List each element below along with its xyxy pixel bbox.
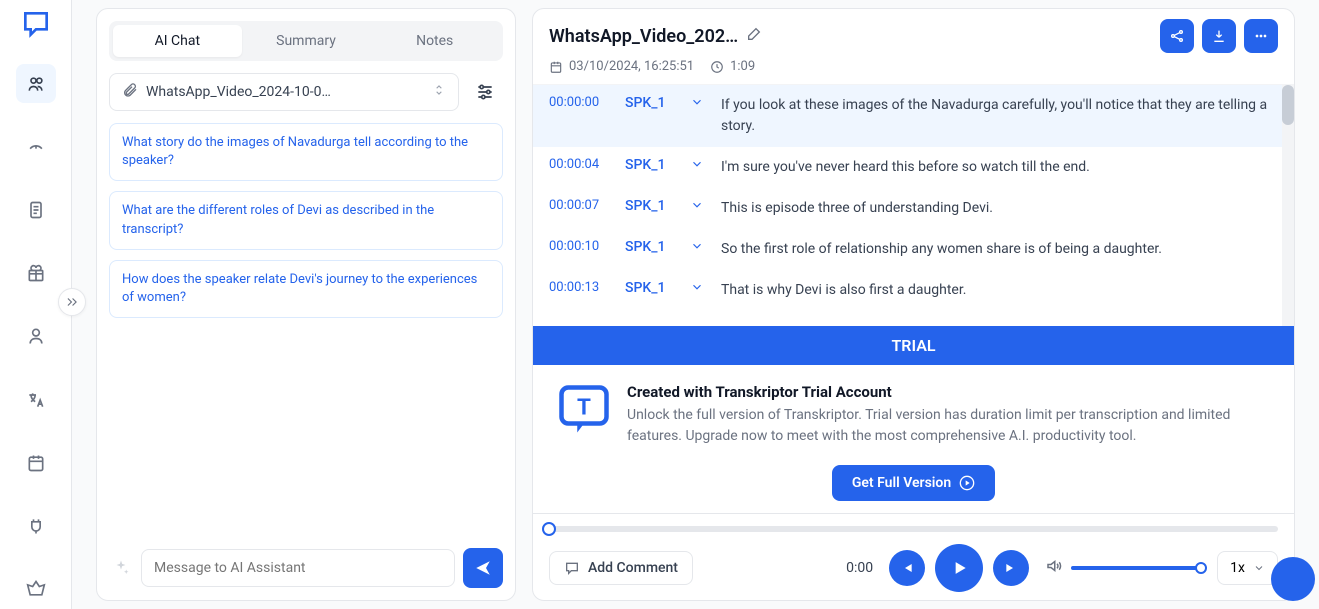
row-text[interactable]: So the first role of relationship any wo… <box>721 239 1278 260</box>
chevron-down-icon[interactable] <box>685 280 709 294</box>
meta-date: 03/10/2024, 16:25:51 <box>549 59 694 74</box>
meta-duration: 1:09 <box>710 59 755 74</box>
transcript-row[interactable]: 00:00:07 SPK_1 This is episode three of … <box>533 188 1294 229</box>
title-text: WhatsApp_Video_202… <box>549 26 738 47</box>
row-time: 00:00:00 <box>549 95 613 110</box>
edit-icon[interactable] <box>746 26 762 47</box>
share-button[interactable] <box>1160 19 1194 53</box>
chevron-down-icon[interactable] <box>685 157 709 171</box>
app-logo <box>20 8 52 40</box>
file-name: WhatsApp_Video_2024-10-0… <box>146 84 331 100</box>
chevron-down-icon[interactable] <box>685 198 709 212</box>
progress-bar[interactable] <box>549 526 1278 532</box>
transcript-header: WhatsApp_Video_202… <box>533 9 1294 53</box>
volume-icon[interactable] <box>1045 557 1063 579</box>
next-button[interactable] <box>993 550 1029 586</box>
volume-control <box>1045 557 1201 579</box>
progress-knob[interactable] <box>542 522 556 536</box>
row-time: 00:00:07 <box>549 198 613 213</box>
sidebar-item-gift[interactable] <box>16 254 56 293</box>
add-comment-button[interactable]: Add Comment <box>549 551 693 585</box>
panel-tabs: AI Chat Summary Notes <box>109 21 503 61</box>
main-content: AI Chat Summary Notes WhatsApp_Video_202… <box>72 0 1319 609</box>
chat-panel: AI Chat Summary Notes WhatsApp_Video_202… <box>96 8 516 601</box>
download-button[interactable] <box>1202 19 1236 53</box>
trial-card: T Created with Transkriptor Trial Accoun… <box>533 365 1294 465</box>
time-display: 0:00 <box>846 560 873 576</box>
sidebar-item-document[interactable] <box>16 190 56 229</box>
sidebar-item-calendar[interactable] <box>16 443 56 482</box>
expand-sidebar-button[interactable] <box>58 288 86 316</box>
transcript-row[interactable]: 00:00:04 SPK_1 I'm sure you've never hea… <box>533 147 1294 188</box>
transkriptor-logo: T <box>557 383 611 437</box>
volume-knob[interactable] <box>1195 562 1207 574</box>
row-text[interactable]: If you look at these images of the Navad… <box>721 95 1278 137</box>
filter-button[interactable] <box>467 74 503 110</box>
transcript-title: WhatsApp_Video_202… <box>549 26 762 47</box>
trial-text: Created with Transkriptor Trial Account … <box>627 383 1270 447</box>
scrollbar-thumb[interactable] <box>1282 85 1294 125</box>
chat-input-row <box>97 536 515 600</box>
play-controls <box>889 544 1029 592</box>
sparkle-icon <box>109 559 133 577</box>
suggestion-item[interactable]: What story do the images of Navadurga te… <box>109 123 503 181</box>
trial-banner: TRIAL <box>533 326 1294 365</box>
transcript-list: 00:00:00 SPK_1 If you look at these imag… <box>533 84 1294 326</box>
row-time: 00:00:13 <box>549 280 613 295</box>
chevron-down-icon[interactable] <box>685 95 709 109</box>
file-selector-row: WhatsApp_Video_2024-10-0… <box>109 73 503 111</box>
svg-text:T: T <box>577 395 591 421</box>
play-button[interactable] <box>935 544 983 592</box>
more-button[interactable] <box>1244 19 1278 53</box>
row-time: 00:00:10 <box>549 239 613 254</box>
header-actions <box>1160 19 1278 53</box>
suggestion-item[interactable]: How does the speaker relate Devi's journ… <box>109 260 503 318</box>
row-time: 00:00:04 <box>549 157 613 172</box>
tab-ai-chat[interactable]: AI Chat <box>113 25 242 57</box>
chevron-updown-icon <box>432 83 446 101</box>
prev-button[interactable] <box>889 550 925 586</box>
sidebar-item-premium[interactable] <box>16 570 56 609</box>
trial-cta-row: Get Full Version <box>533 465 1294 513</box>
trial-body: Unlock the full version of Transkriptor.… <box>627 405 1270 447</box>
help-bubble[interactable] <box>1271 557 1315 601</box>
row-speaker[interactable]: SPK_1 <box>625 280 673 296</box>
transcript-row[interactable]: 00:00:00 SPK_1 If you look at these imag… <box>533 85 1294 147</box>
player-controls: Add Comment 0:00 <box>549 544 1278 592</box>
volume-bar[interactable] <box>1071 566 1201 570</box>
paperclip-icon <box>122 82 138 102</box>
transcript-panel: WhatsApp_Video_202… 03/10/202 <box>532 8 1295 601</box>
row-speaker[interactable]: SPK_1 <box>625 239 673 255</box>
sidebar-item-speed[interactable] <box>16 127 56 166</box>
row-text[interactable]: This is episode three of understanding D… <box>721 198 1278 219</box>
row-speaker[interactable]: SPK_1 <box>625 157 673 173</box>
tab-summary[interactable]: Summary <box>242 25 371 57</box>
row-speaker[interactable]: SPK_1 <box>625 95 673 111</box>
suggestion-item[interactable]: What are the different roles of Devi as … <box>109 191 503 249</box>
sidebar-item-team[interactable] <box>16 64 56 103</box>
transcript-meta: 03/10/2024, 16:25:51 1:09 <box>533 53 1294 84</box>
sidebar-item-translate[interactable] <box>16 380 56 419</box>
trial-heading: Created with Transkriptor Trial Account <box>627 383 1270 401</box>
panel-divider[interactable] <box>520 0 528 609</box>
chat-input[interactable] <box>141 549 455 587</box>
row-text[interactable]: That is why Devi is also first a daughte… <box>721 280 1278 301</box>
row-text[interactable]: I'm sure you've never heard this before … <box>721 157 1278 178</box>
sidebar-item-user[interactable] <box>16 317 56 356</box>
chevron-down-icon[interactable] <box>685 239 709 253</box>
audio-player: Add Comment 0:00 <box>533 513 1294 600</box>
file-select[interactable]: WhatsApp_Video_2024-10-0… <box>109 73 459 111</box>
speed-select[interactable]: 1x <box>1217 551 1278 585</box>
transcript-row[interactable]: 00:00:13 SPK_1 That is why Devi is also … <box>533 270 1294 311</box>
transcript-row[interactable]: 00:00:10 SPK_1 So the first role of rela… <box>533 229 1294 270</box>
row-speaker[interactable]: SPK_1 <box>625 198 673 214</box>
get-full-version-button[interactable]: Get Full Version <box>832 465 995 501</box>
suggestions-list: What story do the images of Navadurga te… <box>97 123 515 318</box>
tab-notes[interactable]: Notes <box>370 25 499 57</box>
sidebar-item-plugin[interactable] <box>16 507 56 546</box>
send-button[interactable] <box>463 548 503 588</box>
